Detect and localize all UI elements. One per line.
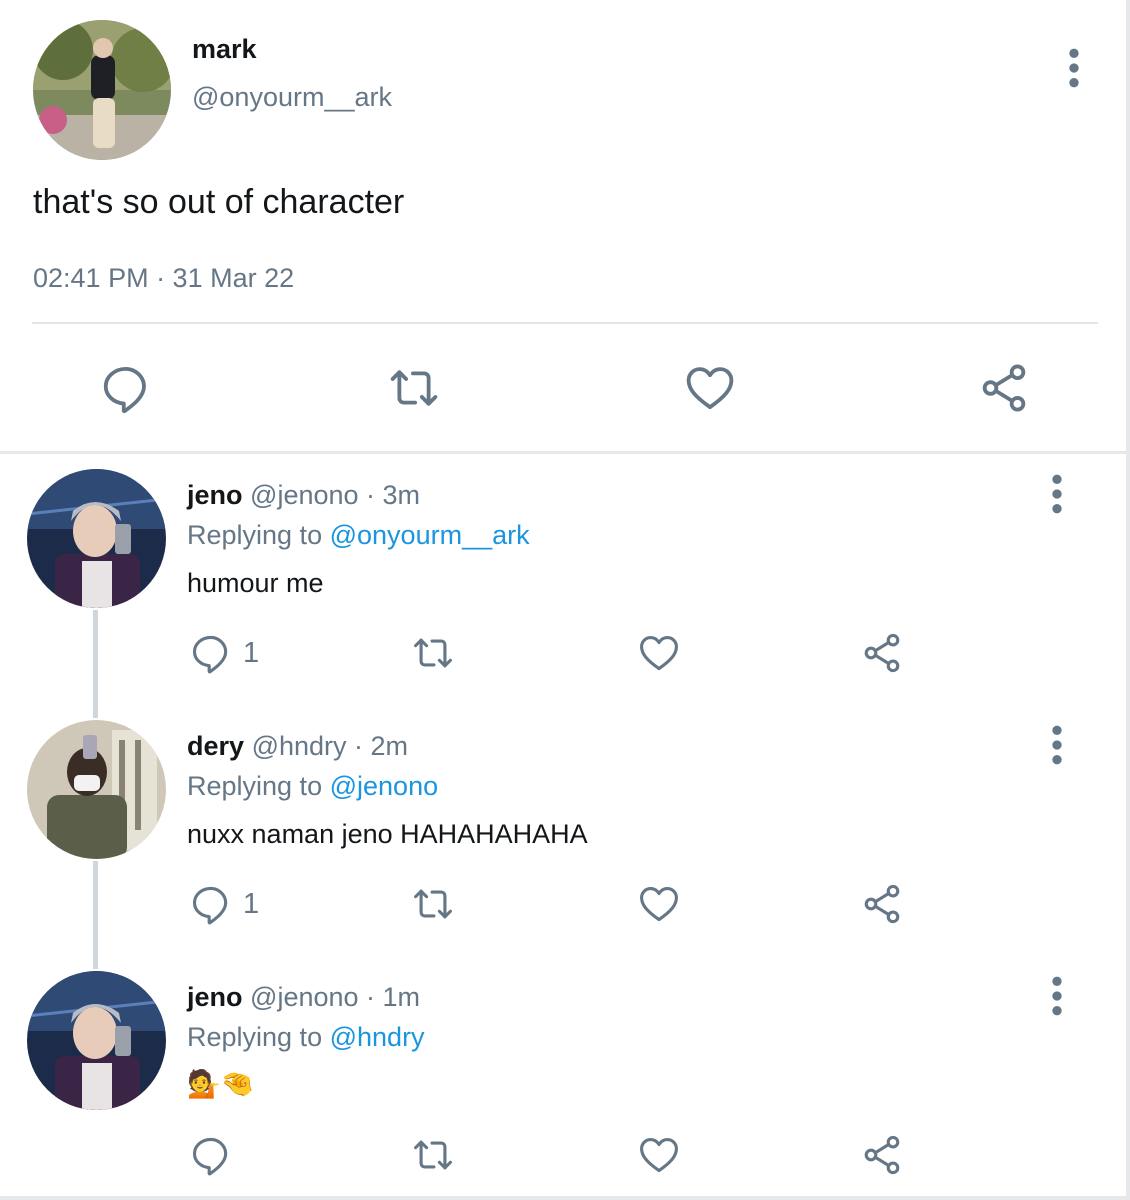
like-icon[interactable]	[637, 1133, 681, 1177]
more-options-icon[interactable]	[1043, 474, 1071, 514]
main-tweet-author-handle[interactable]: @onyourm__ark	[192, 82, 392, 113]
like-icon[interactable]	[637, 882, 681, 926]
replying-to-mention[interactable]: @onyourm__ark	[330, 520, 530, 550]
share-icon[interactable]	[860, 882, 904, 926]
replying-to-line: Replying to @onyourm__ark	[187, 520, 530, 551]
like-icon[interactable]	[637, 631, 681, 675]
thread-connector-line	[93, 861, 98, 969]
reply-author-name[interactable]: jeno	[187, 982, 243, 1012]
retweet-icon[interactable]	[411, 631, 455, 675]
reply-text: humour me	[187, 568, 324, 598]
more-options-icon[interactable]	[1043, 976, 1071, 1016]
share-icon[interactable]	[860, 1133, 904, 1177]
replying-to-mention[interactable]: @jenono	[330, 771, 439, 801]
retweet-icon[interactable]	[411, 882, 455, 926]
reply-avatar[interactable]	[27, 469, 166, 608]
thread-connector-line	[93, 610, 98, 718]
retweet-icon[interactable]	[387, 361, 441, 415]
share-icon[interactable]	[977, 361, 1031, 415]
reply-header: jeno @jenono · 1m	[187, 982, 420, 1013]
like-icon[interactable]	[683, 361, 737, 415]
replying-to-label: Replying to	[187, 520, 323, 550]
section-divider	[0, 451, 1130, 454]
more-options-icon[interactable]	[1043, 725, 1071, 765]
replying-to-mention[interactable]: @hndry	[330, 1022, 425, 1052]
reply-author-handle[interactable]: @jenono	[250, 982, 359, 1012]
main-tweet-text: that's so out of character	[33, 183, 405, 221]
edge-border	[1126, 0, 1130, 1200]
replying-to-label: Replying to	[187, 771, 323, 801]
reply-icon[interactable]	[99, 361, 153, 415]
reply-author-name[interactable]: dery	[187, 731, 244, 761]
retweet-icon[interactable]	[411, 1133, 455, 1177]
main-tweet-author-name[interactable]: mark	[192, 34, 257, 65]
replying-to-label: Replying to	[187, 1022, 323, 1052]
reply-time[interactable]: · 2m	[354, 731, 408, 761]
divider	[32, 322, 1098, 324]
main-tweet-avatar[interactable]	[33, 20, 171, 160]
reply-header: dery @hndry · 2m	[187, 731, 408, 762]
reply-icon[interactable]	[189, 882, 233, 926]
reply-time[interactable]: · 3m	[366, 480, 420, 510]
reply-icon[interactable]	[189, 631, 233, 675]
reply-time[interactable]: · 1m	[366, 982, 420, 1012]
share-icon[interactable]	[860, 631, 904, 675]
reply-header: jeno @jenono · 3m	[187, 480, 420, 511]
reply-author-handle[interactable]: @hndry	[252, 731, 347, 761]
more-options-icon[interactable]	[1060, 48, 1088, 88]
reply-avatar[interactable]	[27, 971, 166, 1110]
main-tweet-timestamp[interactable]: 02:41 PM · 31 Mar 22	[33, 263, 294, 294]
reply-avatar[interactable]	[27, 720, 166, 859]
reply-text: 💁🤏	[187, 1069, 255, 1099]
reply-icon[interactable]	[189, 1133, 233, 1177]
reply-author-name[interactable]: jeno	[187, 480, 243, 510]
reply-count: 1	[243, 888, 260, 920]
reply-text: nuxx naman jeno HAHAHAHAHA	[187, 819, 588, 849]
edge-border	[0, 1196, 1130, 1200]
reply-count: 1	[243, 637, 260, 669]
replying-to-line: Replying to @hndry	[187, 1022, 425, 1053]
replying-to-line: Replying to @jenono	[187, 771, 438, 802]
reply-author-handle[interactable]: @jenono	[250, 480, 359, 510]
